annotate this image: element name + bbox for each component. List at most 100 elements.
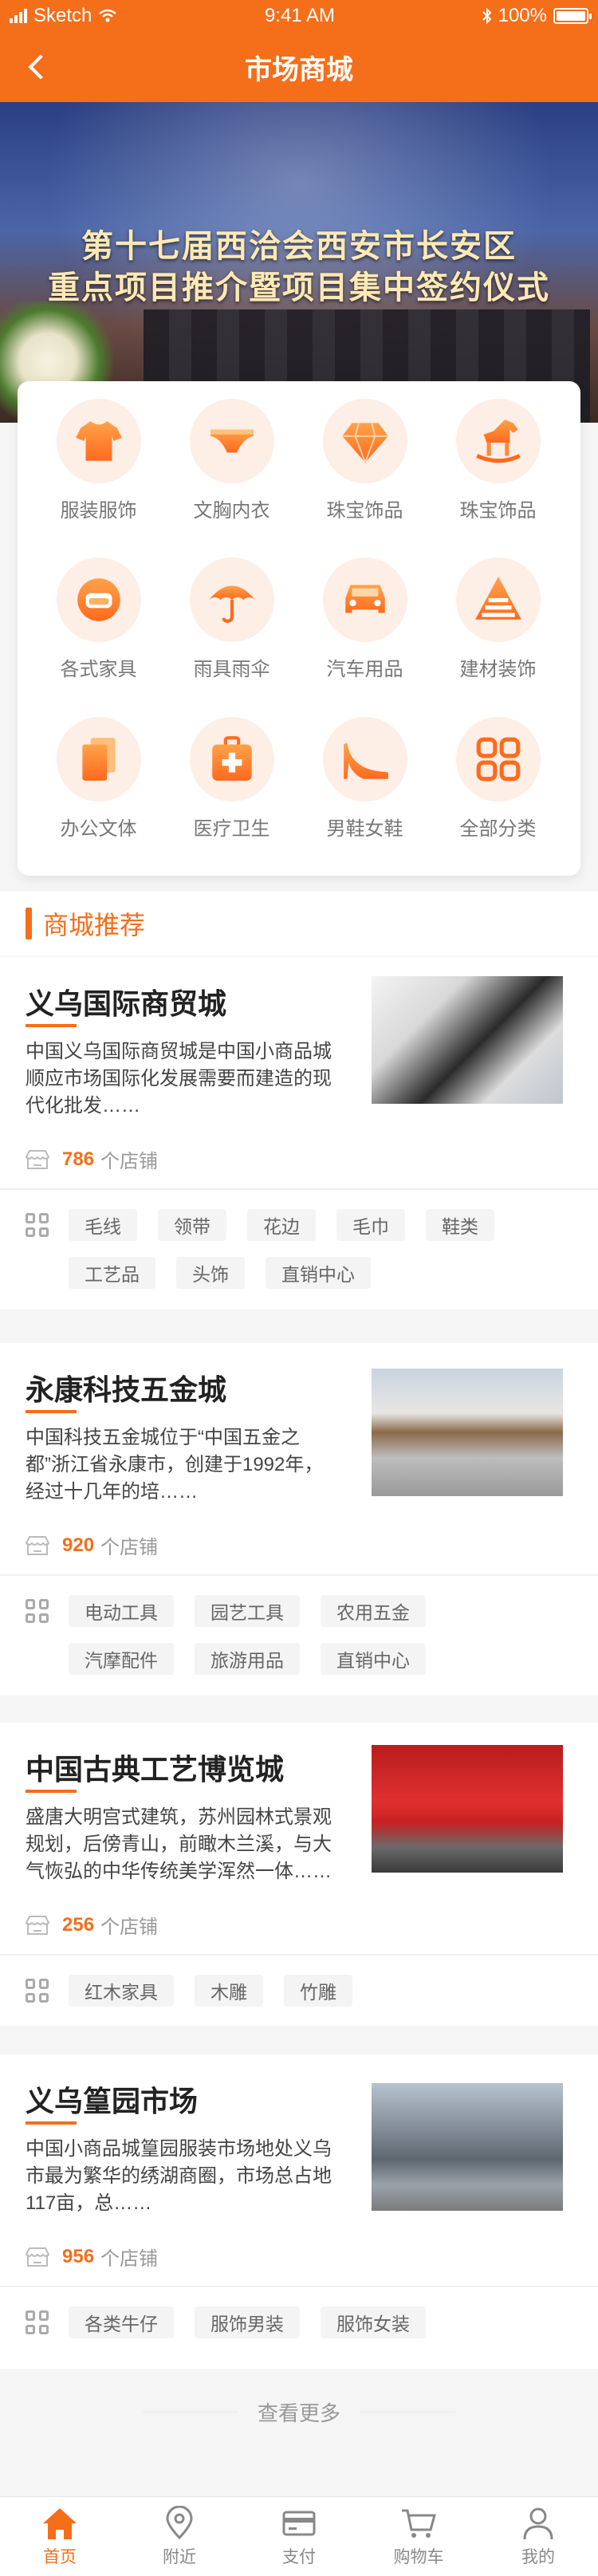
tab-pay[interactable]: 支付 xyxy=(239,2497,359,2576)
category-item-jewelry[interactable]: 珠宝饰品 xyxy=(298,399,431,555)
banner-text-line1: 第十七届西洽会西安市长安区 xyxy=(81,229,517,264)
cart-icon xyxy=(402,2509,436,2538)
tag[interactable]: 花边 xyxy=(247,1209,316,1241)
category-label: 建材装饰 xyxy=(459,659,537,681)
category-grid-icon xyxy=(26,1213,49,1237)
tag[interactable]: 木雕 xyxy=(195,1975,263,2007)
market-card[interactable]: 义乌篁园市场 中国小商品城篁园服装市场地处义乌市最为繁华的绣湖商圈，市场总占地1… xyxy=(0,2054,598,2369)
divider-line xyxy=(142,2411,238,2413)
category-item-car[interactable]: 汽车用品 xyxy=(298,557,431,714)
category-item-underwear[interactable]: 文胸内衣 xyxy=(165,399,298,555)
umbrella-icon xyxy=(189,557,274,643)
tab-label: 购物车 xyxy=(393,2547,444,2566)
market-card[interactable]: 中国古典工艺博览城 盛唐大明宫式建筑，苏州园林式景观规划，后傍青山，前瞰木兰溪，… xyxy=(0,1723,598,2026)
carrier-name: Sketch xyxy=(33,5,92,26)
category-item-all[interactable]: 全部分类 xyxy=(431,716,565,873)
category-label: 男鞋女鞋 xyxy=(326,817,403,840)
category-label: 各式家具 xyxy=(60,659,137,681)
medical-kit-icon xyxy=(189,716,274,802)
category-label: 珠宝饰品 xyxy=(459,500,537,522)
category-item-medical[interactable]: 医疗卫生 xyxy=(165,716,298,873)
tag[interactable]: 鞋类 xyxy=(426,1209,494,1241)
back-button[interactable] xyxy=(22,51,53,83)
category-item-office[interactable]: 办公文体 xyxy=(32,716,165,873)
banner-image[interactable]: 第十七届西洽会西安市长安区 重点项目推介暨项目集中签约仪式 xyxy=(0,102,598,423)
category-grid-icon xyxy=(26,1979,49,2003)
bluetooth-icon xyxy=(482,8,492,24)
tshirt-icon xyxy=(56,399,141,483)
location-pin-icon xyxy=(166,2505,193,2539)
tab-nearby[interactable]: 附近 xyxy=(120,2497,239,2576)
section-accent-bar xyxy=(26,908,32,939)
all-categories-icon xyxy=(455,716,541,802)
category-item-building[interactable]: 建材装饰 xyxy=(431,557,565,714)
section-header: 商城推荐 xyxy=(0,892,598,955)
category-item-shoes[interactable]: 男鞋女鞋 xyxy=(298,716,431,873)
market-photo xyxy=(372,1369,563,1496)
tag[interactable]: 毛线 xyxy=(69,1209,137,1241)
store-count-suffix: 个店铺 xyxy=(100,2248,159,2270)
tag[interactable]: 各类牛仔 xyxy=(69,2306,174,2338)
category-label: 文胸内衣 xyxy=(193,500,270,522)
category-label: 办公文体 xyxy=(60,817,137,840)
tag[interactable]: 服饰女装 xyxy=(321,2306,426,2338)
tag[interactable]: 直销中心 xyxy=(266,1257,371,1289)
tag[interactable]: 竹雕 xyxy=(284,1975,352,2007)
tag[interactable]: 直销中心 xyxy=(321,1643,426,1675)
tag[interactable]: 电动工具 xyxy=(69,1595,174,1627)
tag[interactable]: 头饰 xyxy=(176,1257,245,1289)
tag[interactable]: 服饰男装 xyxy=(195,2306,300,2338)
category-label: 医疗卫生 xyxy=(193,817,270,840)
store-count: 786 个店铺 xyxy=(26,1145,158,1173)
tag[interactable]: 农用五金 xyxy=(321,1595,426,1627)
user-icon xyxy=(523,2507,553,2539)
category-grid: 服装服饰 文胸内衣 珠宝饰品 珠宝饰品 各式家具 雨具雨伞 汽车用品 建材装饰 … xyxy=(18,381,580,876)
market-card[interactable]: 义乌国际商贸城 中国义乌国际商贸城是中国小商品城顺应市场国际化发展需要而建造的现… xyxy=(0,957,598,1310)
market-card[interactable]: 永康科技五金城 中国科技五金城位于“中国五金之都”浙江省永康市，创建于1992年… xyxy=(0,1343,598,1696)
tag-row: 红木家具 木雕 竹雕 xyxy=(26,1975,584,2007)
title-underline xyxy=(26,1410,77,1413)
market-description: 中国义乌国际商贸城是中国小商品城顺应市场国际化发展需要而建造的现代化批发…… xyxy=(26,1041,332,1117)
category-item-clothing[interactable]: 服装服饰 xyxy=(32,399,165,555)
divider-line xyxy=(360,2411,455,2413)
tag-row: 毛线 领带 花边 毛巾 鞋类 xyxy=(26,1209,584,1241)
card-divider xyxy=(0,1574,598,1576)
underwear-icon xyxy=(189,399,274,483)
home-icon xyxy=(43,2507,77,2539)
tab-home[interactable]: 首页 xyxy=(0,2497,120,2576)
tag[interactable]: 领带 xyxy=(158,1209,226,1241)
category-item-umbrella[interactable]: 雨具雨伞 xyxy=(165,557,298,714)
tag[interactable]: 工艺品 xyxy=(69,1257,155,1289)
category-item-jewelry-2[interactable]: 珠宝饰品 xyxy=(431,399,565,555)
store-count-number: 920 xyxy=(62,1534,95,1556)
store-count-suffix: 个店铺 xyxy=(100,1537,159,1558)
tag[interactable]: 旅游用品 xyxy=(195,1643,300,1675)
store-count: 256 个店铺 xyxy=(26,1911,158,1939)
status-bar: Sketch 9:41 AM 100% xyxy=(0,0,598,32)
tag[interactable]: 汽摩配件 xyxy=(69,1643,174,1675)
shop-icon xyxy=(26,1535,49,1555)
title-underline xyxy=(26,1790,77,1793)
view-more-button[interactable]: 查看更多 xyxy=(0,2377,598,2447)
tag[interactable]: 红木家具 xyxy=(69,1975,174,2007)
navbar: 市场商城 xyxy=(0,32,598,102)
title-underline xyxy=(26,1024,77,1027)
tag[interactable]: 毛巾 xyxy=(336,1209,405,1241)
market-description: 中国科技五金城位于“中国五金之都”浙江省永康市，创建于1992年，经过十几年的培… xyxy=(26,1427,324,1503)
documents-icon xyxy=(56,716,141,802)
shop-icon xyxy=(26,1149,49,1169)
store-count-suffix: 个店铺 xyxy=(100,1151,159,1172)
tab-profile[interactable]: 我的 xyxy=(478,2497,598,2576)
shop-icon xyxy=(26,1915,49,1935)
battery-percent: 100% xyxy=(498,5,547,26)
tag[interactable]: 园艺工具 xyxy=(195,1595,300,1627)
shop-icon xyxy=(26,2247,49,2267)
tag-row: 各类牛仔 服饰男装 服饰女装 xyxy=(26,2306,584,2338)
category-item-furniture[interactable]: 各式家具 xyxy=(32,557,165,714)
tag-row: 汽摩配件 旅游用品 直销中心 xyxy=(69,1643,447,1675)
category-label: 雨具雨伞 xyxy=(193,659,270,681)
tab-cart[interactable]: 购物车 xyxy=(359,2497,478,2576)
view-more-label: 查看更多 xyxy=(257,2401,340,2425)
store-count-suffix: 个店铺 xyxy=(100,1916,159,1938)
card-icon xyxy=(282,2511,316,2535)
